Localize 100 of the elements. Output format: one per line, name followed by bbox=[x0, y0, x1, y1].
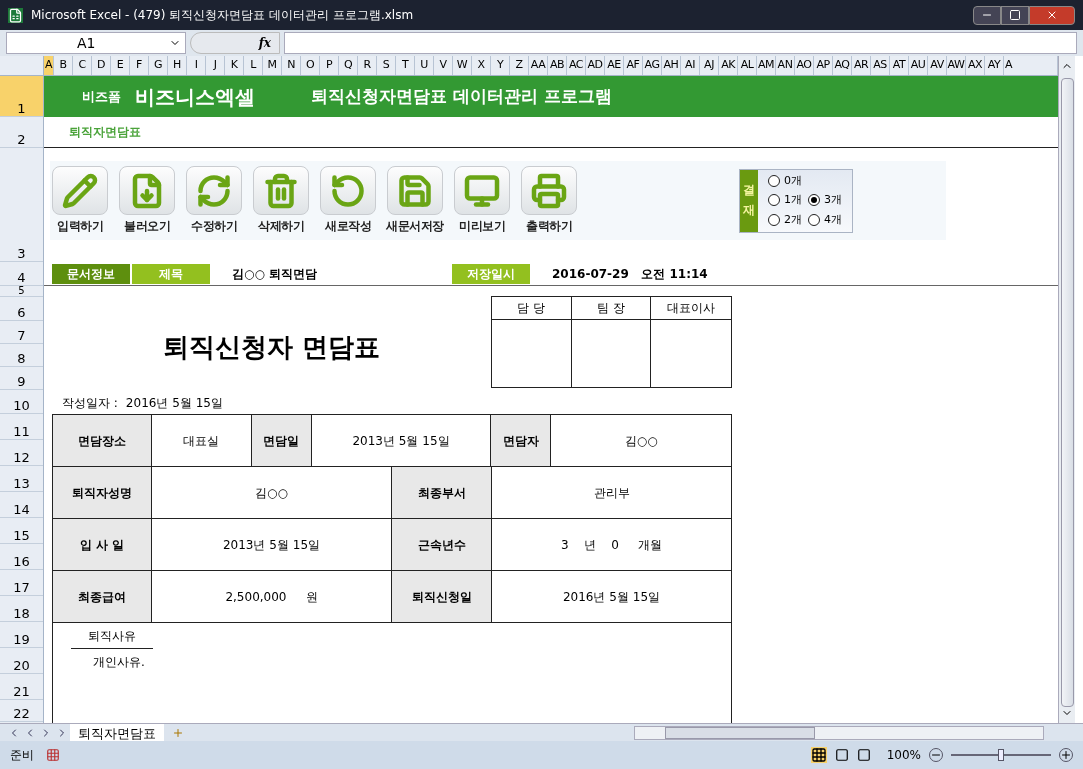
column-header[interactable]: M bbox=[263, 56, 282, 75]
column-header[interactable]: X bbox=[472, 56, 491, 75]
row-header[interactable]: 8 bbox=[0, 344, 43, 367]
column-header[interactable]: AY bbox=[985, 56, 1004, 75]
reason-label: 퇴직사유 bbox=[71, 627, 153, 649]
column-header[interactable]: U bbox=[415, 56, 434, 75]
zoom-in-icon[interactable] bbox=[1059, 748, 1073, 762]
row-header[interactable]: 21 bbox=[0, 674, 43, 700]
row-header[interactable]: 19 bbox=[0, 622, 43, 648]
column-header[interactable]: AT bbox=[890, 56, 909, 75]
row-header[interactable]: 14 bbox=[0, 492, 43, 518]
horizontal-scrollbar[interactable] bbox=[634, 725, 1044, 740]
column-header[interactable]: V bbox=[434, 56, 453, 75]
row-header[interactable]: 7 bbox=[0, 321, 43, 344]
row-header[interactable]: 20 bbox=[0, 648, 43, 674]
column-header[interactable]: I bbox=[187, 56, 206, 75]
column-header[interactable]: AG bbox=[643, 56, 662, 75]
column-header[interactable]: W bbox=[453, 56, 472, 75]
row-header[interactable]: 17 bbox=[0, 570, 43, 596]
column-header[interactable]: AC bbox=[567, 56, 586, 75]
slider-thumb[interactable] bbox=[998, 749, 1004, 761]
row-header[interactable]: 22 bbox=[0, 700, 43, 722]
row-header[interactable]: 11 bbox=[0, 414, 43, 440]
column-header[interactable]: AH bbox=[662, 56, 681, 75]
form-value: 김○○ bbox=[623, 432, 659, 450]
column-header[interactable]: AI bbox=[681, 56, 700, 75]
radio-option[interactable]: 2개 bbox=[768, 211, 802, 229]
row-header[interactable]: 1 bbox=[0, 76, 43, 117]
column-header[interactable]: AR bbox=[852, 56, 871, 75]
row-header[interactable]: 5 bbox=[0, 286, 43, 297]
rotate-icon bbox=[330, 172, 366, 209]
sheet-tab[interactable]: 퇴직자면담표 bbox=[70, 723, 164, 742]
column-header[interactable]: S bbox=[377, 56, 396, 75]
column-header[interactable]: C bbox=[73, 56, 92, 75]
column-header[interactable]: AK bbox=[719, 56, 738, 75]
column-header[interactable]: B bbox=[54, 56, 73, 75]
column-header[interactable]: AQ bbox=[833, 56, 852, 75]
column-header[interactable]: D bbox=[92, 56, 111, 75]
column-header[interactable]: AM bbox=[757, 56, 776, 75]
column-header[interactable]: AE bbox=[605, 56, 624, 75]
column-header[interactable]: AW bbox=[947, 56, 966, 75]
row-header[interactable]: 12 bbox=[0, 440, 43, 466]
radio-option[interactable]: 4개 bbox=[808, 211, 842, 229]
column-header[interactable]: G bbox=[149, 56, 168, 75]
column-header[interactable]: AN bbox=[776, 56, 795, 75]
column-header[interactable]: AS bbox=[871, 56, 890, 75]
status-text: 준비 bbox=[10, 747, 34, 764]
form-label: 입 사 일 bbox=[53, 519, 152, 570]
column-header[interactable]: Y bbox=[491, 56, 510, 75]
radio-option[interactable]: 1개 bbox=[768, 192, 802, 209]
minimize-button[interactable] bbox=[973, 5, 1001, 25]
close-button[interactable] bbox=[1029, 5, 1075, 25]
zoom-level: 100% bbox=[886, 747, 921, 764]
row-header[interactable]: 16 bbox=[0, 544, 43, 570]
column-header[interactable]: AU bbox=[909, 56, 928, 75]
column-header[interactable]: AL bbox=[738, 56, 757, 75]
column-header[interactable]: E bbox=[111, 56, 130, 75]
row-header[interactable]: 18 bbox=[0, 596, 43, 622]
formula-field[interactable] bbox=[284, 32, 1077, 54]
name-box[interactable]: A1 bbox=[6, 32, 186, 54]
column-header[interactable]: AP bbox=[814, 56, 833, 75]
vertical-scrollbar[interactable] bbox=[1058, 56, 1075, 723]
column-header[interactable]: AB bbox=[548, 56, 567, 75]
column-header[interactable]: K bbox=[225, 56, 244, 75]
column-header[interactable]: R bbox=[358, 56, 377, 75]
row-header[interactable]: 3 bbox=[0, 148, 43, 262]
form-label: 최종급여 bbox=[53, 571, 152, 622]
column-header[interactable]: P bbox=[320, 56, 339, 75]
normal-view-icon[interactable] bbox=[810, 747, 827, 763]
column-header[interactable]: AD bbox=[586, 56, 605, 75]
column-header[interactable]: A bbox=[44, 56, 54, 75]
column-header[interactable]: AX bbox=[966, 56, 985, 75]
column-header[interactable]: O bbox=[301, 56, 320, 75]
row-header[interactable]: 2 bbox=[0, 117, 43, 148]
column-header[interactable]: H bbox=[168, 56, 187, 75]
column-header[interactable]: AJ bbox=[700, 56, 719, 75]
column-header[interactable]: AF bbox=[624, 56, 643, 75]
row-header[interactable]: 15 bbox=[0, 518, 43, 544]
zoom-slider[interactable] bbox=[951, 749, 1051, 761]
maximize-button[interactable] bbox=[1001, 5, 1029, 25]
column-header[interactable]: F bbox=[130, 56, 149, 75]
column-header[interactable]: AA bbox=[529, 56, 548, 75]
row-header[interactable]: 9 bbox=[0, 367, 43, 390]
row-header[interactable]: 4 bbox=[0, 262, 43, 286]
column-header[interactable]: J bbox=[206, 56, 225, 75]
row-header[interactable]: 6 bbox=[0, 297, 43, 321]
column-header[interactable]: AO bbox=[795, 56, 814, 75]
new-sheet-icon[interactable] bbox=[172, 726, 184, 739]
function-label[interactable]: fx bbox=[258, 34, 271, 52]
column-header[interactable]: L bbox=[244, 56, 263, 75]
sheet-subtitle: 퇴직자면담표 bbox=[69, 124, 141, 141]
column-header[interactable]: T bbox=[396, 56, 415, 75]
radio-option[interactable]: 0개 bbox=[768, 172, 802, 190]
column-header[interactable]: Q bbox=[339, 56, 358, 75]
column-header[interactable]: Z bbox=[510, 56, 529, 75]
row-header[interactable]: 10 bbox=[0, 390, 43, 414]
row-header[interactable]: 13 bbox=[0, 466, 43, 492]
column-header[interactable]: N bbox=[282, 56, 301, 75]
column-header[interactable]: AV bbox=[928, 56, 947, 75]
radio-option[interactable]: 3개 bbox=[808, 192, 842, 209]
